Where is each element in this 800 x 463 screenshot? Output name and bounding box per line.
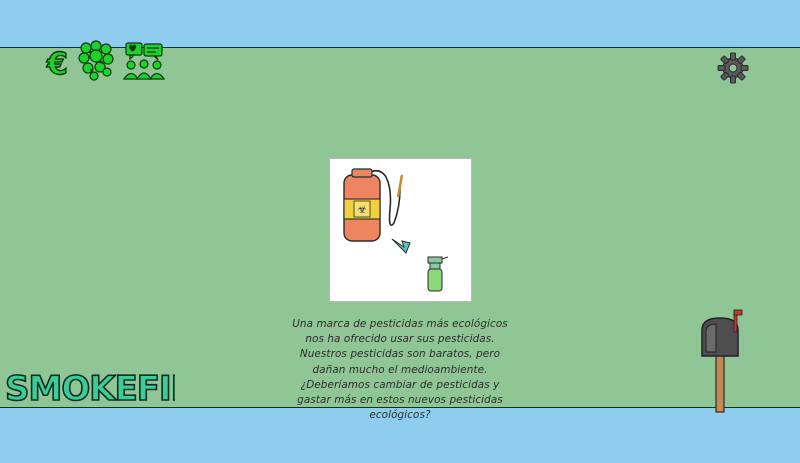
event-image-card: ☣ xyxy=(329,158,472,302)
svg-text:€: € xyxy=(46,47,68,79)
svg-text:SMOKEFIELD: SMOKEFIELD xyxy=(5,369,175,409)
gear-icon[interactable] xyxy=(716,51,750,85)
smokefield-logo: SMOKEFIELD xyxy=(4,368,175,410)
hud-bar: € xyxy=(44,40,166,82)
event-description: Una marca de pesticidas más ecológicos n… xyxy=(292,318,508,422)
mailbox-icon[interactable] xyxy=(696,308,748,414)
euro-icon: € xyxy=(45,46,68,79)
pesticide-sprayer-icon: ☣ xyxy=(343,168,449,292)
smoke-cloud-icon xyxy=(78,40,114,81)
people-opinion-icon xyxy=(122,42,166,80)
svg-text:☣: ☣ xyxy=(357,203,367,216)
